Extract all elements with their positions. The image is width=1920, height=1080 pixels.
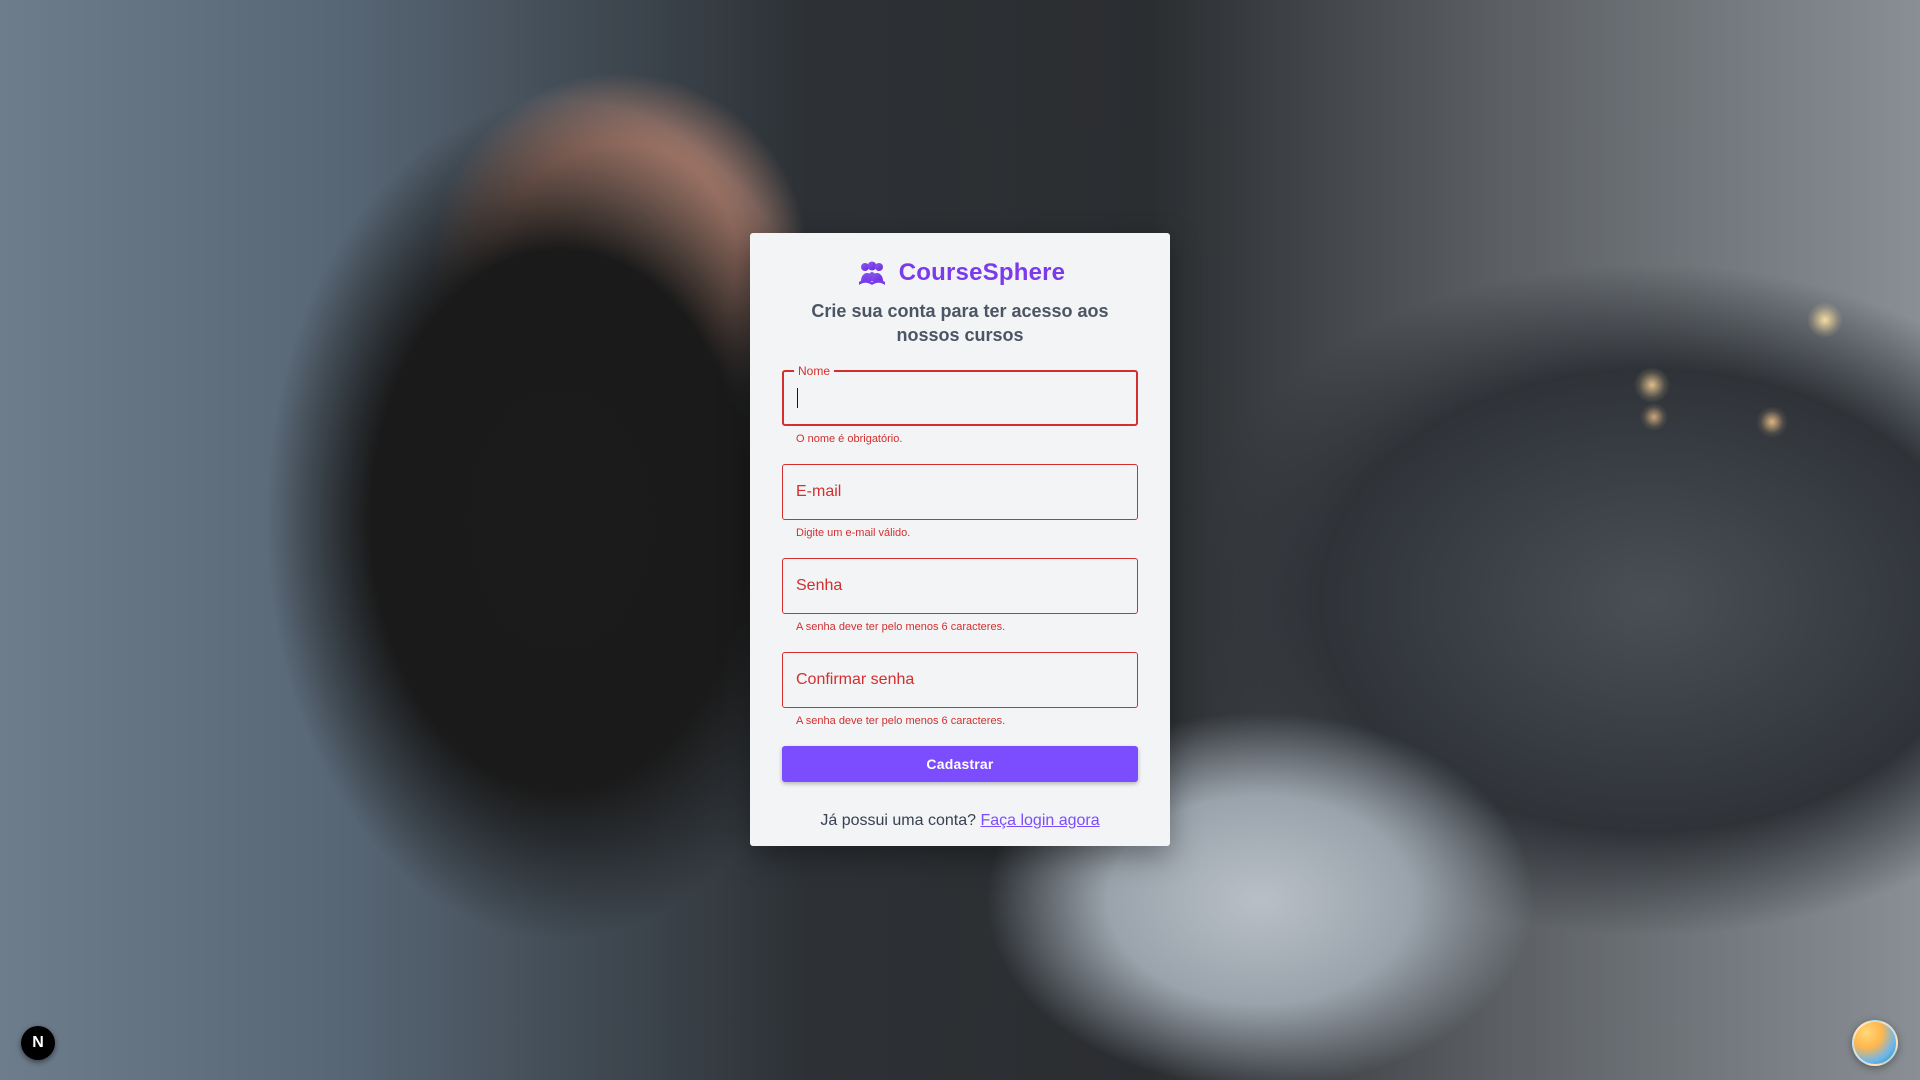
next-badge-letter: N: [32, 1034, 44, 1051]
login-prompt: Já possui uma conta?: [820, 811, 976, 829]
name-field: Nome O nome é obrigatório.: [782, 362, 1138, 446]
confirm-password-error: A senha deve ter pelo menos 6 caracteres…: [796, 714, 1006, 727]
avatar-icon[interactable]: [1852, 1020, 1898, 1066]
page-subtitle: Crie sua conta para ter acesso aos nosso…: [811, 301, 1109, 346]
email-input[interactable]: E-mail: [782, 463, 1138, 520]
name-error: O nome é obrigatório.: [796, 432, 903, 445]
confirm-password-input[interactable]: Confirmar senha: [782, 651, 1138, 708]
name-input[interactable]: Nome: [782, 362, 1138, 426]
email-placeholder: E-mail: [796, 482, 842, 500]
password-input[interactable]: Senha: [782, 557, 1138, 614]
next-logo-icon[interactable]: N: [21, 1026, 55, 1060]
signup-card: CourseSphere Crie sua conta para ter ace…: [750, 233, 1170, 846]
people-icon: [855, 259, 889, 287]
email-field: E-mail Digite um e-mail válido.: [782, 463, 1138, 540]
password-placeholder: Senha: [796, 576, 843, 594]
login-link[interactable]: Faça login agora: [980, 812, 1099, 829]
name-label: Nome: [794, 362, 835, 379]
password-field: Senha A senha deve ter pelo menos 6 cara…: [782, 557, 1138, 634]
email-error: Digite um e-mail válido.: [796, 526, 911, 539]
login-row: Já possui uma conta? Faça login agora: [782, 812, 1138, 830]
brand-header: CourseSphere: [782, 259, 1138, 287]
register-button[interactable]: Cadastrar: [782, 745, 1138, 782]
text-caret: [797, 387, 798, 408]
confirm-password-placeholder: Confirmar senha: [796, 670, 915, 688]
confirm-password-field: Confirmar senha A senha deve ter pelo me…: [782, 651, 1138, 728]
signup-form: Nome O nome é obrigatório. E-mail Digite…: [782, 362, 1138, 830]
app-title: CourseSphere: [898, 259, 1066, 286]
password-error: A senha deve ter pelo menos 6 caracteres…: [796, 620, 1006, 633]
